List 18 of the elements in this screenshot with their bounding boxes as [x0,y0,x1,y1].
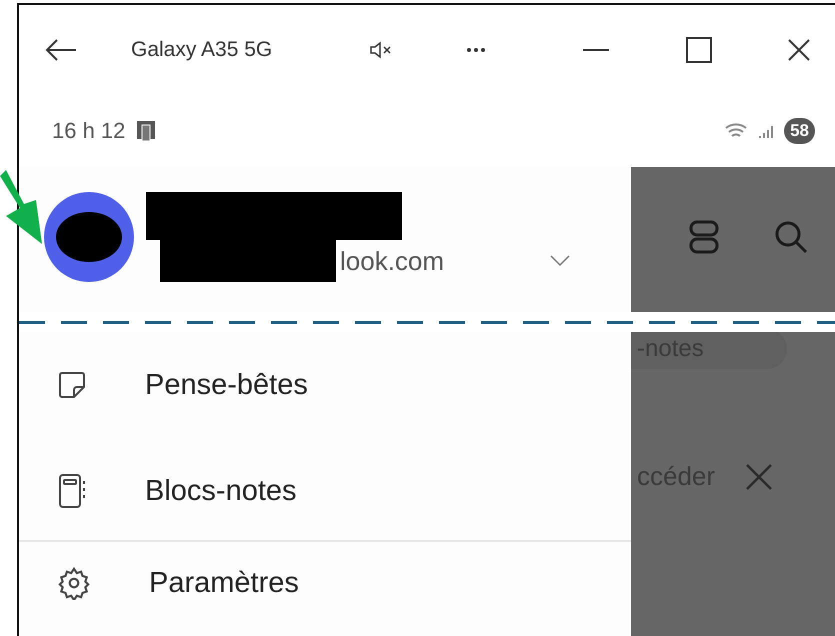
status-time: 16 h 12 [52,118,126,144]
close-icon [788,38,810,61]
close-icon [745,462,774,490]
maximize-icon [686,36,712,63]
chevron-down-icon[interactable] [550,255,570,267]
window-title: Galaxy A35 5G [131,38,274,62]
speaker-muted-icon [369,40,393,60]
search-icon [774,220,808,254]
back-arrow-icon [44,38,78,62]
account-email: look.com [340,246,444,276]
notebook-icon [57,473,87,509]
layout-icon [688,220,718,254]
more-icon [466,46,486,53]
battery-badge: 58 [784,118,815,144]
menu-item[interactable]: Pense-bêtes [19,332,631,438]
settings-icon [57,566,91,600]
minimize-icon [583,48,609,52]
sticky-note-icon [57,370,87,400]
